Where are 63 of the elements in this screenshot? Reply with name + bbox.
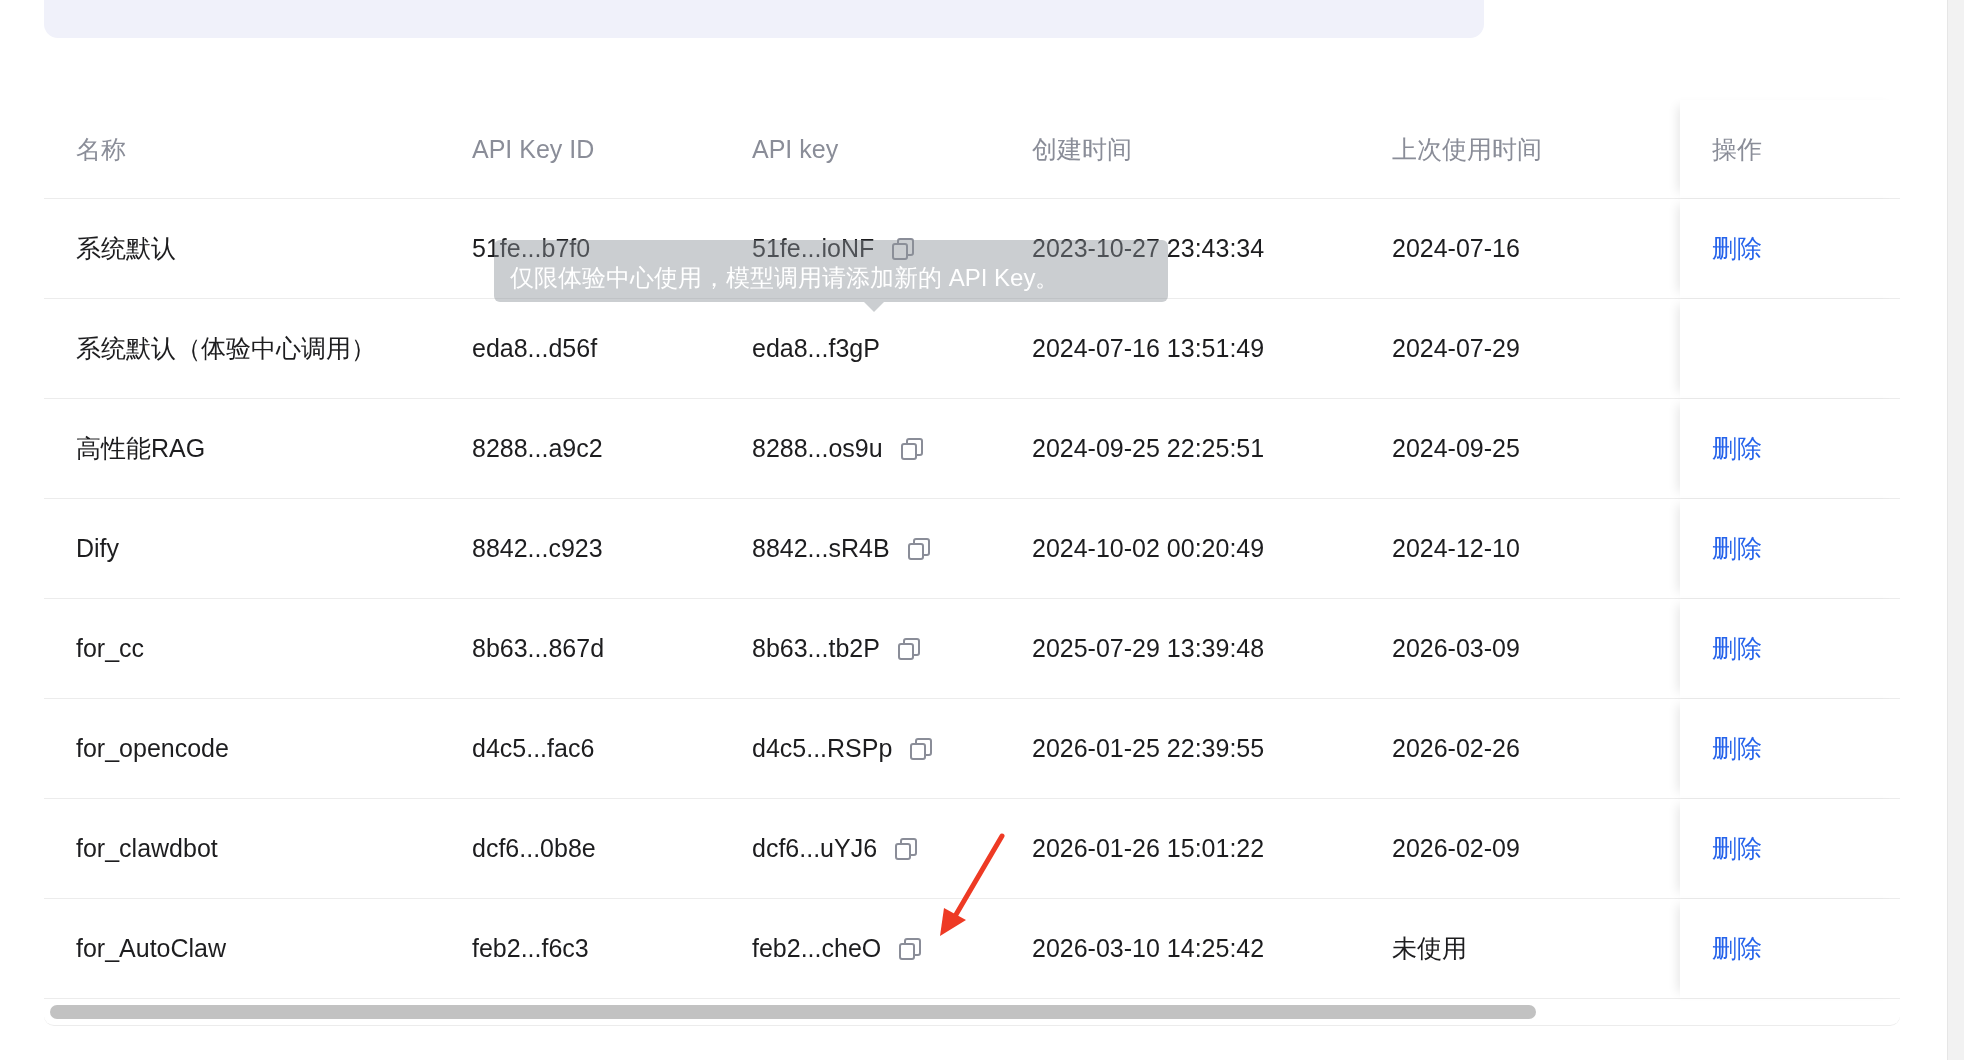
table-cell: 2026-03-09 — [1392, 634, 1520, 663]
table-cell: 2024-07-16 — [1392, 234, 1520, 263]
table-cell: 2025-07-29 13:39:48 — [1032, 634, 1265, 663]
table-cell: 8288...os9u — [752, 434, 883, 463]
table-cell: 2024-12-10 — [1392, 534, 1520, 563]
copy-icon[interactable] — [898, 435, 925, 462]
table-cell: 2024-09-25 22:25:51 — [1032, 434, 1265, 463]
delete-link[interactable]: 删除 — [1712, 232, 1762, 265]
table-cell: for_clawdbot — [76, 834, 218, 863]
copy-icon[interactable] — [908, 735, 935, 762]
table-cell: dcf6...0b8e — [472, 834, 596, 863]
delete-link[interactable]: 删除 — [1712, 432, 1762, 465]
table-cell: 2024-07-16 13:51:49 — [1032, 334, 1265, 363]
copy-icon[interactable] — [893, 835, 920, 862]
table-cell: eda8...d56f — [472, 334, 598, 363]
column-header: 创建时间 — [1032, 133, 1132, 165]
table-cell-text: 未使用 — [1392, 933, 1467, 964]
table-cell: 2026-01-26 15:01:22 — [1032, 834, 1265, 863]
table-cell: feb2...f6c3 — [472, 934, 589, 963]
table-cell: 2023-10-27 23:43:34 — [1032, 234, 1265, 263]
table-cell: Dify — [76, 534, 120, 563]
table-cell: d4c5...fac6 — [472, 734, 595, 763]
table-cell-text: 系统默认（体验中心调用） — [76, 333, 376, 364]
table-cell: eda8...f3gP — [752, 334, 880, 363]
table-cell-text: 高性能RAG — [76, 433, 206, 464]
column-header: API Key ID — [472, 134, 595, 164]
delete-link[interactable]: 删除 — [1712, 632, 1762, 665]
table-cell: feb2...cheO — [752, 934, 882, 963]
table-cell: 51fe...ioNF — [752, 234, 875, 263]
column-header: 名称 — [76, 133, 126, 165]
table-cell: for_AutoClaw — [76, 934, 227, 963]
copy-icon[interactable] — [890, 235, 917, 262]
table-cell: 8288...a9c2 — [472, 434, 603, 463]
delete-link[interactable]: 删除 — [1712, 832, 1762, 865]
table-cell: d4c5...RSPp — [752, 734, 893, 763]
table-cell: 8842...c923 — [472, 534, 603, 563]
copy-icon[interactable] — [897, 935, 924, 962]
table-cell: 2024-10-02 00:20:49 — [1032, 534, 1265, 563]
table-cell: 2026-02-26 — [1392, 734, 1520, 763]
column-header: 上次使用时间 — [1392, 133, 1542, 165]
table-cell-text: 系统默认 — [76, 233, 176, 264]
copy-icon[interactable] — [905, 535, 932, 562]
table-cell: for_opencode — [76, 734, 229, 763]
table-cell: 2026-02-09 — [1392, 834, 1520, 863]
table-cell: 2026-03-10 14:25:42 — [1032, 934, 1265, 963]
table-cell: 2024-07-29 — [1392, 334, 1520, 363]
table-cell: dcf6...uYJ6 — [752, 834, 878, 863]
table-cell: 8b63...tb2P — [752, 634, 880, 663]
delete-link[interactable]: 删除 — [1712, 732, 1762, 765]
delete-link[interactable]: 删除 — [1712, 932, 1762, 965]
page-scrollbar[interactable] — [1947, 0, 1964, 1060]
column-header: API key — [752, 134, 839, 164]
tooltip-pointer — [864, 302, 884, 312]
table-cell: 8842...sR4B — [752, 534, 890, 563]
copy-icon[interactable] — [895, 635, 922, 662]
table-cell: 51fe...b7f0 — [472, 234, 591, 263]
delete-link[interactable]: 删除 — [1712, 532, 1762, 565]
table-cell: for_cc — [76, 634, 145, 663]
scrollbar-thumb[interactable] — [50, 1005, 1536, 1019]
table-cell: 2024-09-25 — [1392, 434, 1520, 463]
column-header: 操作 — [1712, 133, 1762, 165]
table-cell: 8b63...867d — [472, 634, 605, 663]
table-cell: 2026-01-25 22:39:55 — [1032, 734, 1265, 763]
